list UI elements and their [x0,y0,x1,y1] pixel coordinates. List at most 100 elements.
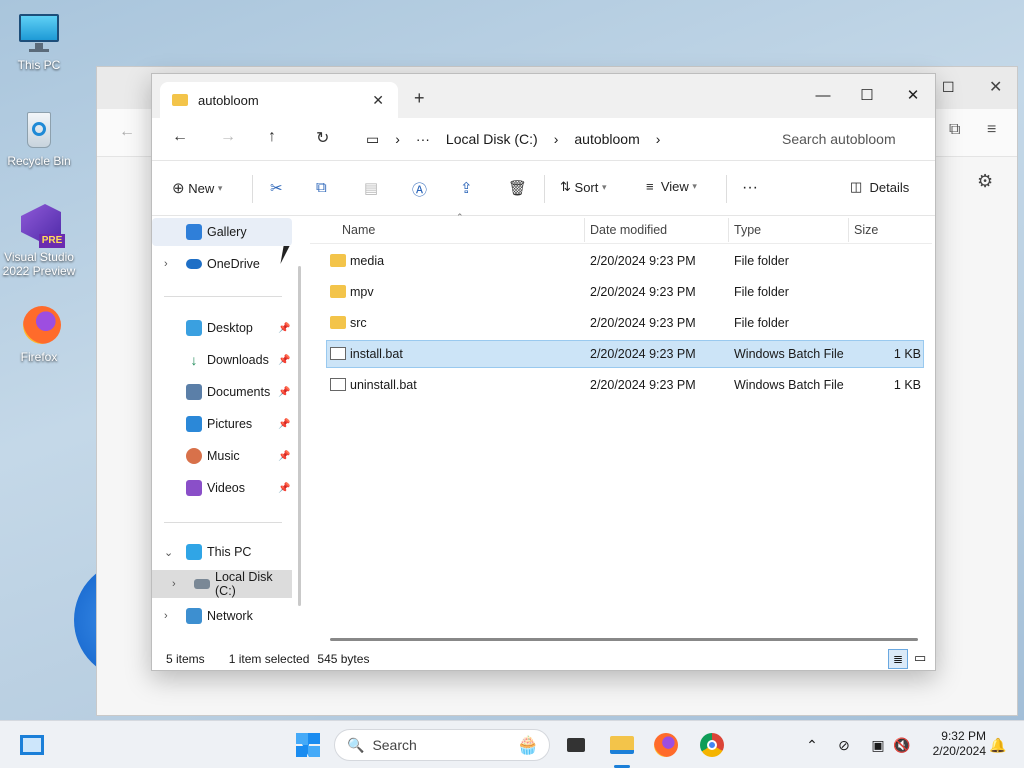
paste-icon[interactable]: ▤ [364,179,378,197]
table-row[interactable]: uninstall.bat 2/20/2024 9:23 PM Windows … [326,371,924,399]
onedrive-offline-icon[interactable]: ⊘ [830,731,858,759]
sidebar-item-downloads[interactable]: ↓ Downloads 📌 [152,346,292,374]
breadcrumb-local-disk[interactable]: Local Disk (C:) [446,131,538,147]
bg-maximize-icon[interactable]: ☐ [942,79,955,96]
address-bar[interactable]: ▭ › ··· Local Disk (C:) › autobloom › [358,124,760,154]
chevron-right-icon[interactable]: › [164,610,168,622]
table-row-selected[interactable]: install.bat 2/20/2024 9:23 PM Windows Ba… [326,340,924,368]
column-separator[interactable] [584,218,585,242]
pin-icon[interactable]: 📌 [278,387,290,398]
clock[interactable]: 9:32 PM 2/20/2024 [916,729,986,759]
new-tab-icon[interactable]: + [414,88,425,109]
close-tab-icon[interactable]: ✕ [372,92,384,109]
sidebar-item-desktop[interactable]: Desktop 📌 [152,314,292,342]
notification-bell-icon[interactable]: 🔔 [984,731,1012,759]
desktop-icon-recycle-bin[interactable]: Recycle Bin [0,108,78,168]
divider [252,175,253,203]
delete-icon[interactable]: 🗑 [508,179,527,197]
search-label: Search [372,737,417,753]
sidebar-item-label: Local Disk (C:) [215,570,273,598]
widgets-icon[interactable] [18,731,46,759]
bg-close-icon[interactable]: ✕ [989,77,1002,97]
taskbar-search[interactable]: 🔍 Search 🧁 [334,729,550,761]
more-options-icon[interactable]: ··· [742,179,758,197]
table-row[interactable]: mpv 2/20/2024 9:23 PM File folder [326,278,924,306]
pin-icon[interactable]: 📌 [278,323,290,334]
tiles-view-icon[interactable]: ▭ [914,650,926,666]
column-header: Name ⌃ Date modified Type Size [310,212,932,244]
pin-icon[interactable]: 📌 [278,451,290,462]
pin-icon[interactable]: 📌 [278,355,290,366]
column-date[interactable]: Date modified [590,223,667,237]
up-icon[interactable]: ↑ [268,128,276,146]
refresh-icon[interactable]: ↻ [316,128,329,148]
sidebar-item-documents[interactable]: Documents 📌 [152,378,292,406]
share-icon[interactable]: ⇪ [460,179,473,197]
volume-muted-icon[interactable]: 🔇 [888,731,916,759]
gear-icon[interactable]: ⚙ [977,171,993,192]
start-icon[interactable] [294,731,322,759]
visual-studio-icon: PRE [17,204,65,248]
sidebar-item-music[interactable]: Music 📌 [152,442,292,470]
sidebar-item-network[interactable]: › Network [152,602,292,630]
sidebar-item-gallery[interactable]: Gallery [152,218,292,246]
horizontal-scrollbar[interactable] [330,638,918,641]
details-view-icon[interactable]: ≣ [888,649,908,669]
pin-icon[interactable]: 📌 [278,483,290,494]
extensions-icon[interactable]: ⧉ [949,121,960,139]
copy-icon[interactable]: ⧉ [316,179,327,196]
pin-icon[interactable]: 📌 [278,419,290,430]
details-label: Details [869,179,910,195]
sort-button[interactable]: ⇅ Sort ▾ [560,179,607,195]
chevron-right-icon[interactable]: › [164,258,168,270]
sidebar-item-local-disk[interactable]: › Local Disk (C:) [152,570,292,598]
monitor-icon [186,544,202,560]
table-row[interactable]: media 2/20/2024 9:23 PM File folder [326,247,924,275]
breadcrumb-autobloom[interactable]: autobloom [574,131,639,147]
desktop-icon-this-pc[interactable]: This PC [0,12,78,72]
chrome-taskbar-icon[interactable] [698,731,726,759]
column-name[interactable]: Name [342,223,375,237]
cut-icon[interactable]: ✂ [270,179,283,197]
column-size[interactable]: Size [854,223,878,237]
maximize-icon[interactable]: ☐ [844,80,890,110]
sidebar-item-onedrive[interactable]: › OneDrive [152,250,292,278]
sidebar-scrollbar[interactable] [298,266,301,606]
column-separator[interactable] [728,218,729,242]
rename-icon[interactable]: Ⓐ [412,179,427,200]
chevron-down-icon[interactable]: ⌄ [164,546,173,559]
desktop-icon-visual-studio[interactable]: PRE Visual Studio 2022 Preview [0,204,78,278]
chevron-up-icon[interactable]: ⌃ [798,731,826,759]
gallery-icon [186,224,202,240]
column-separator[interactable] [848,218,849,242]
more-locations-icon[interactable]: ··· [416,131,430,147]
view-button[interactable]: ≡ View ▾ [646,179,697,194]
new-button[interactable]: ⊕ New ▾ [172,179,222,197]
minimize-icon[interactable]: — [800,80,846,110]
task-view-icon[interactable] [562,731,590,759]
sidebar-item-pictures[interactable]: Pictures 📌 [152,410,292,438]
close-icon[interactable]: ✕ [890,80,936,110]
view-label: View [660,179,689,194]
file-name: install.bat [350,347,403,361]
sidebar-item-videos[interactable]: Videos 📌 [152,474,292,502]
desktop-icon-firefox[interactable]: Firefox [0,304,78,364]
menu-icon[interactable]: ≡ [987,121,996,139]
picture-icon [186,416,202,432]
table-row[interactable]: src 2/20/2024 9:23 PM File folder [326,309,924,337]
details-button[interactable]: ◫ Details [850,179,909,195]
file-explorer-window[interactable]: autobloom ✕ + — ☐ ✕ ← → ↑ ↻ ▭ › ··· Loca… [151,73,936,671]
chevron-right-icon: › [553,131,559,147]
column-type[interactable]: Type [734,223,761,237]
file-explorer-taskbar-icon[interactable] [608,731,636,759]
firefox-taskbar-icon[interactable] [652,731,680,759]
back-icon[interactable]: ← [172,128,188,146]
sidebar-item-this-pc[interactable]: ⌄ This PC [152,538,292,566]
search-input[interactable]: Search autobloom [770,124,928,154]
forward-icon[interactable]: → [220,128,236,146]
details-pane-icon: ◫ [850,179,863,194]
chevron-right-icon[interactable]: › [172,578,176,590]
sidebar-item-label: Network [207,609,253,623]
desktop-icon-label: This PC [17,58,61,72]
tab-autobloom[interactable]: autobloom ✕ [160,82,398,118]
